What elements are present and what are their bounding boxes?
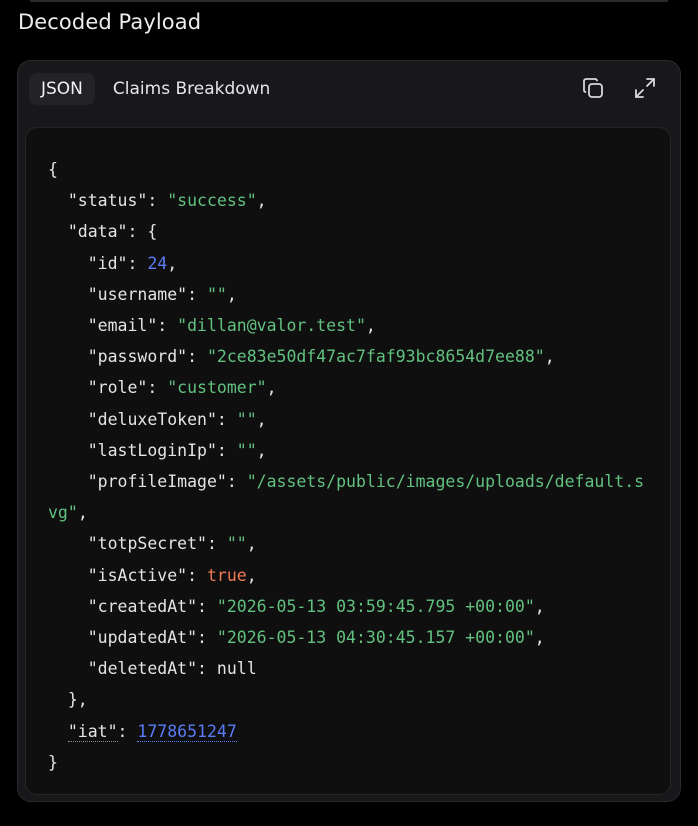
json-value-is-active: true <box>206 565 247 585</box>
json-key-email: "email" <box>87 316 158 336</box>
top-divider <box>30 0 668 2</box>
json-value-iat[interactable]: 1778651247 <box>137 721 237 742</box>
json-value-role: "customer" <box>167 378 267 398</box>
tab-json[interactable]: JSON <box>29 73 95 105</box>
payload-card: JSON Claims Breakdown { "status": "succe… <box>17 60 681 802</box>
json-value-deleted-at: null <box>216 659 257 679</box>
json-open-brace: { <box>48 160 58 179</box>
card-toolbar <box>580 75 658 101</box>
json-value-updated-at: "2026-05-13 04:30:45.157 +00:00" <box>216 628 535 648</box>
json-key-created-at: "createdAt" <box>87 596 198 616</box>
copy-icon <box>583 78 603 98</box>
json-key-password: "password" <box>87 347 188 367</box>
expand-icon <box>635 78 655 98</box>
json-key-username: "username" <box>87 284 188 304</box>
view-tabs: JSON Claims Breakdown <box>29 72 282 106</box>
expand-button[interactable] <box>632 75 658 101</box>
json-key-last-login-ip: "lastLoginIp" <box>87 440 217 460</box>
json-key-role: "role" <box>87 378 148 398</box>
json-key-status: "status" <box>67 191 148 211</box>
json-key-id: "id" <box>87 253 128 273</box>
json-data-open: { <box>147 222 158 242</box>
copy-button[interactable] <box>580 75 606 101</box>
json-value-status: "success" <box>167 191 257 211</box>
json-key-iat[interactable]: "iat" <box>67 721 118 742</box>
json-key-totp-secret: "totpSecret" <box>87 534 207 554</box>
json-key-data: "data" <box>67 222 128 242</box>
tab-claims-breakdown[interactable]: Claims Breakdown <box>101 73 282 105</box>
json-value-created-at: "2026-05-13 03:59:45.795 +00:00" <box>216 596 535 616</box>
json-value-password: "2ce83e50df47ac7faf93bc8654d7ee88" <box>206 347 545 367</box>
section-title: Decoded Payload <box>18 10 202 34</box>
json-key-is-active: "isActive" <box>87 565 188 585</box>
json-value-last-login-ip: "" <box>236 440 257 460</box>
json-data-close: }, <box>67 690 88 710</box>
json-code: { "status": "success", "data": { "id": 2… <box>48 160 645 772</box>
json-value-id: 24 <box>147 253 168 273</box>
json-code-panel[interactable]: { "status": "success", "data": { "id": 2… <box>25 127 671 795</box>
json-close-brace: } <box>48 752 58 772</box>
json-key-deluxe-token: "deluxeToken" <box>87 409 217 429</box>
json-key-updated-at: "updatedAt" <box>87 628 198 648</box>
json-value-totp-secret: "" <box>226 534 247 554</box>
json-value-deluxe-token: "" <box>236 409 257 429</box>
json-key-deleted-at: "deletedAt" <box>87 659 198 679</box>
json-value-username: "" <box>206 284 227 304</box>
json-value-email: "dillan@valor.test" <box>177 316 366 336</box>
json-key-profile-image: "profileImage" <box>87 472 227 492</box>
